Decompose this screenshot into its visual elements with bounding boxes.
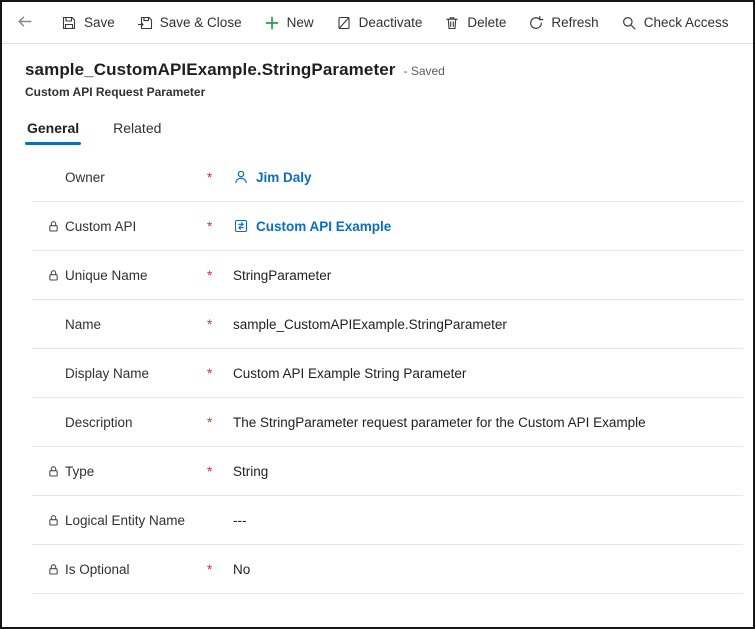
save-close-button[interactable]: Save & Close: [137, 2, 242, 43]
field-value-custom-api: Custom API Example: [233, 218, 391, 234]
field-value-display-name[interactable]: Custom API Example String Parameter: [233, 366, 466, 381]
page-subtitle: Custom API Request Parameter: [25, 85, 753, 99]
tab-bar: General Related: [2, 116, 753, 145]
required-asterisk: *: [207, 317, 233, 332]
required-asterisk: *: [207, 268, 233, 283]
form-row-type: Type * String: [32, 447, 743, 496]
field-label-name: Name: [65, 317, 207, 332]
page-title: sample_CustomAPIExample.StringParameter: [25, 60, 395, 80]
field-label-owner: Owner: [65, 170, 207, 185]
app-window: Save Save & Close New Deactivate Delete: [0, 0, 755, 629]
required-asterisk: *: [207, 464, 233, 479]
save-close-icon: [137, 15, 153, 31]
refresh-label: Refresh: [551, 15, 598, 30]
lock-icon: [47, 220, 65, 233]
tab-related-label: Related: [113, 120, 161, 136]
form-row-description: Description * The StringParameter reques…: [32, 398, 743, 447]
page-header: sample_CustomAPIExample.StringParameter …: [2, 44, 753, 99]
new-label: New: [287, 15, 314, 30]
field-label-logical-entity-name: Logical Entity Name: [65, 513, 207, 528]
plus-icon: [264, 15, 280, 31]
save-button[interactable]: Save: [61, 2, 115, 43]
deactivate-icon: [336, 15, 352, 31]
custom-api-icon: [233, 218, 249, 234]
active-tab-underline: [25, 142, 81, 145]
field-value-type: String: [233, 464, 268, 479]
field-value-owner: Jim Daly: [233, 169, 312, 185]
field-value-description[interactable]: The StringParameter request parameter fo…: [233, 415, 646, 430]
custom-api-link[interactable]: Custom API Example: [256, 219, 391, 234]
required-asterisk: *: [207, 415, 233, 430]
back-button[interactable]: [10, 9, 39, 37]
save-close-label: Save & Close: [160, 15, 242, 30]
save-label: Save: [84, 15, 115, 30]
required-asterisk: *: [207, 366, 233, 381]
form-row-custom-api: Custom API * Custom API Example: [32, 202, 743, 251]
person-icon: [233, 169, 249, 185]
required-asterisk: *: [207, 170, 233, 185]
delete-label: Delete: [467, 15, 506, 30]
refresh-button[interactable]: Refresh: [528, 2, 598, 43]
check-access-label: Check Access: [644, 15, 729, 30]
field-label-unique-name: Unique Name: [65, 268, 207, 283]
refresh-icon: [528, 15, 544, 31]
form-row-owner: Owner * Jim Daly: [32, 153, 743, 202]
required-asterisk: *: [207, 562, 233, 577]
lock-icon: [47, 563, 65, 576]
field-label-custom-api: Custom API: [65, 219, 207, 234]
new-button[interactable]: New: [264, 2, 314, 43]
field-label-is-optional: Is Optional: [65, 562, 207, 577]
magnifier-icon: [621, 15, 637, 31]
form-row-is-optional: Is Optional * No: [32, 545, 743, 594]
lock-icon: [47, 465, 65, 478]
field-value-is-optional: No: [233, 562, 250, 577]
field-value-name[interactable]: sample_CustomAPIExample.StringParameter: [233, 317, 507, 332]
tab-related[interactable]: Related: [111, 116, 163, 145]
lock-icon: [47, 269, 65, 282]
back-arrow-icon: [16, 13, 33, 33]
deactivate-label: Deactivate: [359, 15, 423, 30]
deactivate-button[interactable]: Deactivate: [336, 2, 423, 43]
lock-icon: [47, 514, 65, 527]
required-asterisk: *: [207, 219, 233, 234]
tab-general[interactable]: General: [25, 116, 81, 145]
form-row-unique-name: Unique Name * StringParameter: [32, 251, 743, 300]
check-access-button[interactable]: Check Access: [621, 2, 729, 43]
save-icon: [61, 15, 77, 31]
save-status: - Saved: [403, 64, 444, 78]
form-row-logical-entity-name: Logical Entity Name ---: [32, 496, 743, 545]
field-label-description: Description: [65, 415, 207, 430]
field-value-unique-name: StringParameter: [233, 268, 331, 283]
delete-button[interactable]: Delete: [444, 2, 506, 43]
form-row-display-name: Display Name * Custom API Example String…: [32, 349, 743, 398]
general-form: Owner * Jim Daly Custom API * Custom API…: [32, 153, 743, 594]
field-label-type: Type: [65, 464, 207, 479]
trash-icon: [444, 15, 460, 31]
form-row-name: Name * sample_CustomAPIExample.StringPar…: [32, 300, 743, 349]
command-bar: Save Save & Close New Deactivate Delete: [2, 2, 753, 44]
field-label-display-name: Display Name: [65, 366, 207, 381]
owner-link[interactable]: Jim Daly: [256, 170, 312, 185]
tab-general-label: General: [27, 120, 79, 136]
field-value-logical-entity-name: ---: [233, 513, 247, 528]
